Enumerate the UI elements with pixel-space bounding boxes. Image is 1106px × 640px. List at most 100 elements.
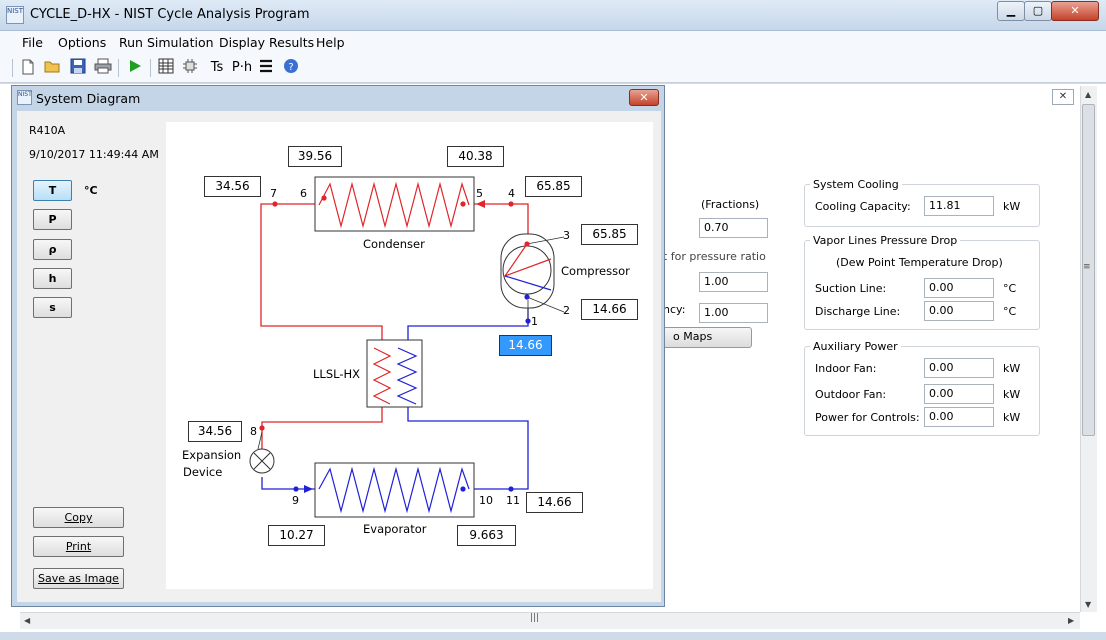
discharge-line-field[interactable]: 0.00 bbox=[924, 301, 994, 321]
window-title: CYCLE_D-HX - NIST Cycle Analysis Program bbox=[30, 7, 310, 22]
diagram-close-button[interactable]: ✕ bbox=[629, 89, 659, 106]
point-8-number: 8 bbox=[250, 425, 257, 438]
enthalpy-button[interactable]: h bbox=[33, 268, 72, 289]
point-1-value[interactable]: 14.66 bbox=[499, 335, 552, 356]
point-7-value[interactable]: 34.56 bbox=[204, 176, 261, 197]
point-8-dot bbox=[259, 425, 265, 431]
horizontal-scrollbar[interactable] bbox=[20, 612, 1080, 629]
refrigerant-label: R410A bbox=[29, 124, 66, 137]
evaporator-flow-arrow bbox=[304, 485, 313, 493]
cooling-capacity-label: Cooling Capacity: bbox=[815, 200, 911, 213]
maps-button[interactable]: o Maps bbox=[660, 327, 752, 348]
discharge-line-label: Discharge Line: bbox=[815, 305, 901, 318]
value-a-field[interactable]: 1.00 bbox=[699, 272, 768, 292]
point-6-dot bbox=[321, 195, 327, 201]
system-diagram-title: System Diagram bbox=[36, 91, 141, 106]
point-1-dot bbox=[525, 318, 531, 324]
suction-line-label: Suction Line: bbox=[815, 282, 887, 295]
cooling-capacity-field[interactable]: 11.81 bbox=[924, 196, 994, 216]
point-9-value[interactable]: 10.27 bbox=[268, 525, 325, 546]
menu-options[interactable]: Options bbox=[58, 35, 106, 50]
fraction-field[interactable]: 0.70 bbox=[699, 218, 768, 238]
menu-help[interactable]: Help bbox=[316, 35, 345, 50]
point-10-value[interactable]: 9.663 bbox=[457, 525, 516, 546]
table-icon[interactable] bbox=[156, 58, 176, 78]
condenser-inlet-value[interactable]: 39.56 bbox=[288, 146, 342, 167]
save-icon[interactable] bbox=[68, 58, 88, 78]
density-button[interactable]: ρ bbox=[33, 239, 72, 260]
outdoor-fan-unit: kW bbox=[1003, 388, 1021, 401]
point-4-dot bbox=[508, 201, 514, 207]
condenser-inlet-pipe bbox=[466, 203, 529, 234]
point-11-dot bbox=[508, 486, 514, 492]
help-icon[interactable]: ? bbox=[281, 58, 301, 78]
suction-line-field[interactable]: 0.00 bbox=[924, 278, 994, 298]
run-icon[interactable] bbox=[125, 58, 145, 78]
discharge-line-unit: °C bbox=[1003, 305, 1017, 318]
point-9-dot bbox=[293, 486, 299, 492]
minimize-button[interactable]: ▁ bbox=[997, 1, 1025, 21]
cooling-capacity-unit: kW bbox=[1003, 200, 1021, 213]
nist-app-icon: NIST bbox=[6, 6, 24, 24]
print-icon[interactable] bbox=[93, 58, 113, 78]
point-11-number: 11 bbox=[506, 494, 520, 507]
controls-power-unit: kW bbox=[1003, 411, 1021, 424]
scroll-down-icon[interactable]: ▼ bbox=[1085, 600, 1091, 609]
scroll-left-icon[interactable]: ◀ bbox=[24, 616, 30, 625]
point-5-number: 5 bbox=[476, 187, 483, 200]
value-b-field[interactable]: 1.00 bbox=[699, 303, 768, 323]
outdoor-fan-field[interactable]: 0.00 bbox=[924, 384, 994, 404]
toolbar: Ts P·h ? bbox=[0, 53, 1106, 83]
controls-power-field[interactable]: 0.00 bbox=[924, 407, 994, 427]
point-4-value[interactable]: 65.85 bbox=[525, 176, 582, 197]
print-button[interactable]: Print bbox=[33, 536, 124, 557]
llsl-hx-label: LLSL-HX bbox=[313, 367, 360, 381]
scroll-right-icon[interactable]: ▶ bbox=[1068, 616, 1074, 625]
pressure-button[interactable]: P bbox=[33, 209, 72, 230]
scroll-grip-icon: ≡ bbox=[1083, 262, 1091, 272]
point-8-value[interactable]: 34.56 bbox=[188, 421, 242, 442]
point-2-dot bbox=[524, 294, 530, 300]
maximize-button[interactable]: ▢ bbox=[1024, 1, 1052, 21]
indoor-fan-field[interactable]: 0.00 bbox=[924, 358, 994, 378]
controls-power-label: Power for Controls: bbox=[815, 411, 920, 424]
point-11-value[interactable]: 14.66 bbox=[526, 492, 583, 513]
menu-run-simulation[interactable]: Run Simulation bbox=[119, 35, 214, 50]
point-10-number: 10 bbox=[479, 494, 493, 507]
lines-icon[interactable] bbox=[256, 58, 276, 78]
menu-bar: File Options Run Simulation Display Resu… bbox=[0, 31, 1106, 53]
system-cooling-title: System Cooling bbox=[810, 178, 902, 191]
point-4-number: 4 bbox=[508, 187, 515, 200]
save-as-image-button[interactable]: Save as Image bbox=[33, 568, 124, 589]
temperature-button[interactable]: T bbox=[33, 180, 72, 201]
aux-power-title: Auxiliary Power bbox=[810, 340, 901, 353]
open-folder-icon[interactable] bbox=[43, 58, 63, 78]
scroll-up-icon[interactable]: ▲ bbox=[1085, 90, 1091, 99]
point-2-value[interactable]: 14.66 bbox=[581, 299, 638, 320]
condenser-outlet-value[interactable]: 40.38 bbox=[447, 146, 504, 167]
entropy-button[interactable]: s bbox=[33, 297, 72, 318]
fractions-label: (Fractions) bbox=[701, 198, 760, 211]
svg-text:?: ? bbox=[288, 62, 293, 73]
condenser-flow-arrow bbox=[476, 200, 485, 208]
point-3-number: 3 bbox=[563, 229, 570, 242]
menu-file[interactable]: File bbox=[22, 35, 43, 50]
chip-icon[interactable] bbox=[180, 58, 200, 78]
point-1-number: 1 bbox=[531, 315, 538, 328]
point-6-number: 6 bbox=[300, 187, 307, 200]
point-5-dot bbox=[460, 201, 466, 207]
point-3-value[interactable]: 65.85 bbox=[581, 224, 638, 245]
close-button[interactable]: ✕ bbox=[1051, 1, 1099, 21]
timestamp-label: 9/10/2017 11:49:44 AM bbox=[29, 148, 159, 161]
ph-diagram-button[interactable]: P·h bbox=[231, 58, 253, 78]
child-close-icon[interactable]: ✕ bbox=[1052, 89, 1074, 105]
pressure-ratio-label: t for pressure ratio bbox=[663, 250, 766, 263]
menu-display-results[interactable]: Display Results bbox=[219, 35, 314, 50]
ts-diagram-button[interactable]: Ts bbox=[206, 58, 228, 78]
copy-button[interactable]: Copy bbox=[33, 507, 124, 528]
outdoor-fan-label: Outdoor Fan: bbox=[815, 388, 887, 401]
new-file-icon[interactable] bbox=[18, 58, 38, 78]
point-7-number: 7 bbox=[270, 187, 277, 200]
dew-point-label: (Dew Point Temperature Drop) bbox=[836, 256, 1003, 269]
temperature-unit: °C bbox=[84, 184, 98, 197]
